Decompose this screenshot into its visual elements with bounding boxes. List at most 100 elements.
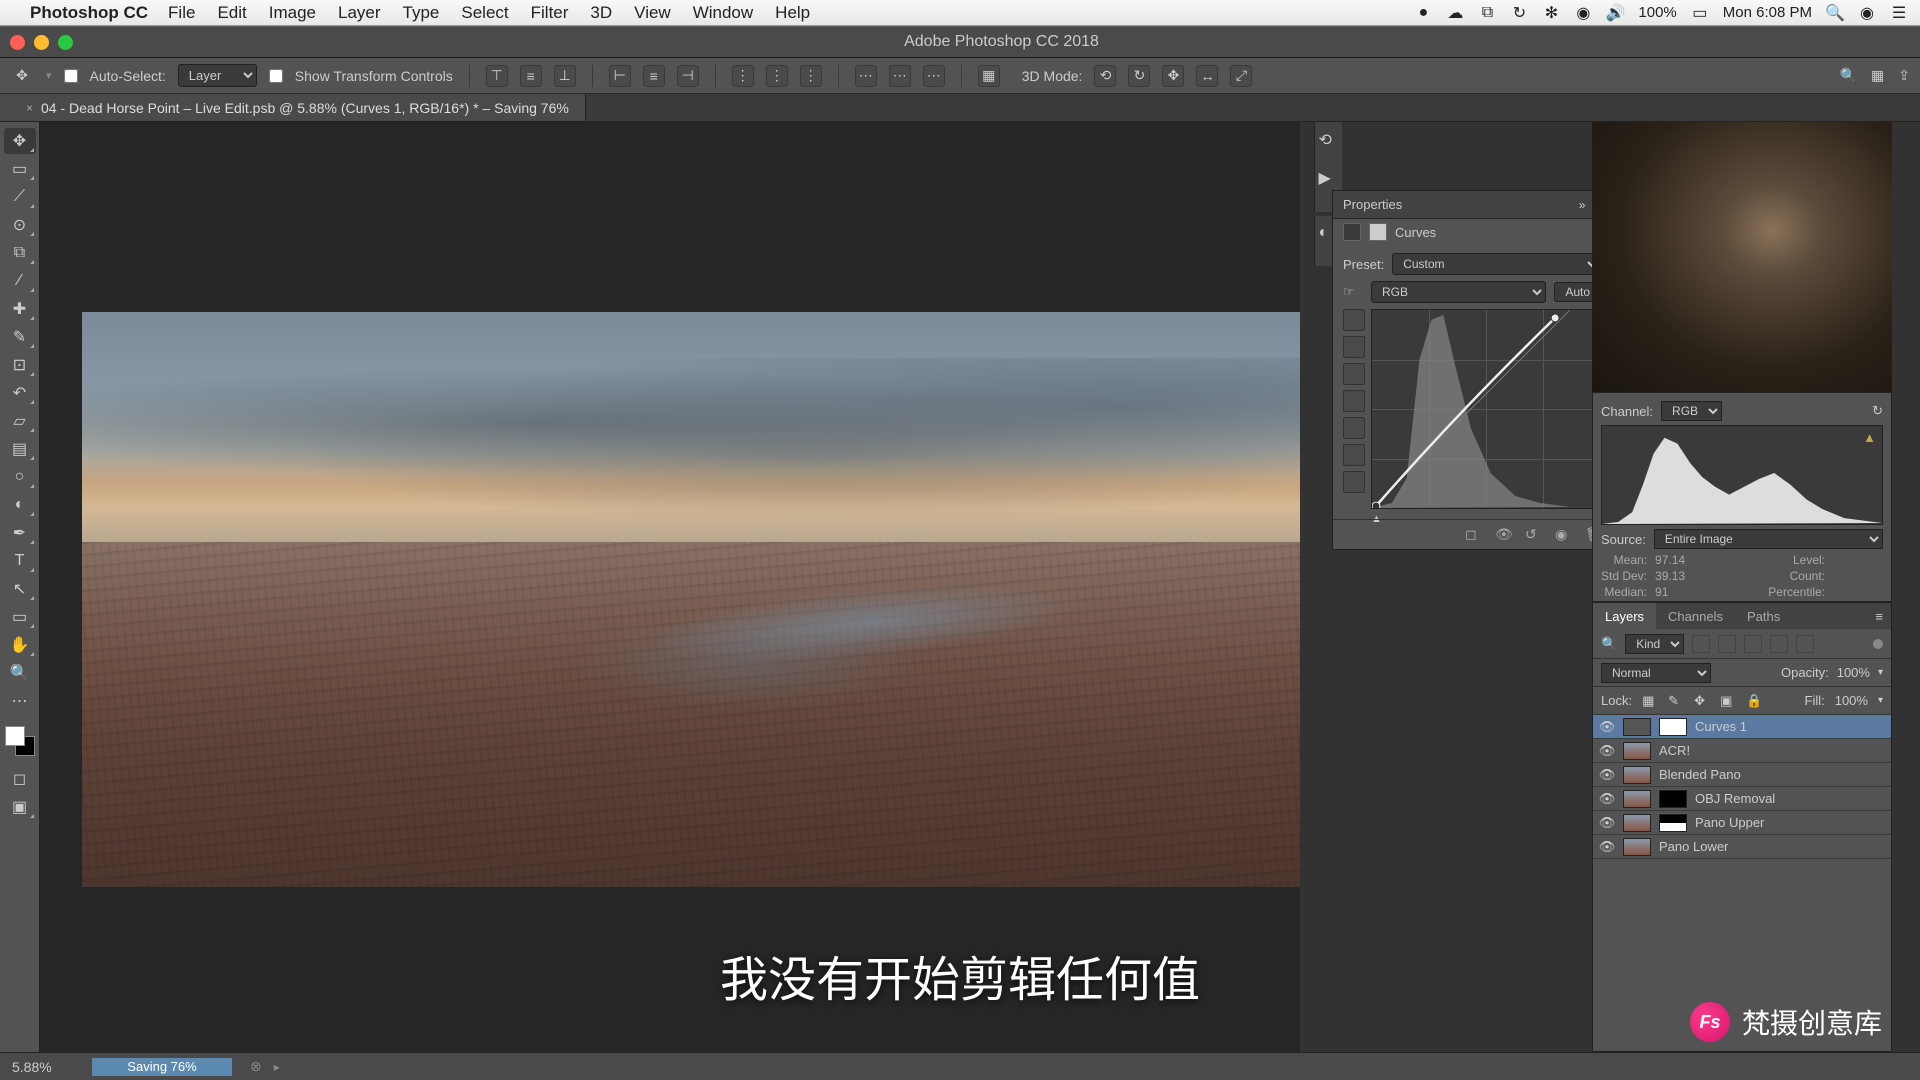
auto-select-checkbox[interactable] [64, 69, 78, 83]
distribute-4-icon[interactable]: ⋯ [855, 65, 877, 87]
layer-thumbnail[interactable] [1623, 718, 1651, 736]
sample-gray-icon[interactable] [1343, 336, 1365, 358]
search-icon[interactable]: 🔍 [1840, 67, 1857, 84]
window-close-button[interactable] [10, 35, 25, 50]
align-hcenter-icon[interactable]: ≡ [643, 65, 665, 87]
gradient-tool[interactable]: ▤ [4, 436, 36, 462]
shape-tool[interactable]: ▭ [4, 604, 36, 630]
visibility-icon[interactable]: 👁 [1599, 719, 1615, 735]
quick-select-tool[interactable]: ⊙ [4, 212, 36, 238]
preset-select[interactable]: Custom [1392, 253, 1601, 275]
canvas[interactable] [40, 122, 1300, 1052]
layer-item[interactable]: 👁 Blended Pano [1593, 763, 1891, 787]
filter-toggle-icon[interactable] [1873, 639, 1883, 649]
target-adjust-icon[interactable]: ☞ [1343, 284, 1363, 300]
record-icon[interactable]: ● [1414, 4, 1432, 22]
close-tab-icon[interactable]: × [26, 101, 33, 115]
dodge-tool[interactable]: ◐ [4, 492, 36, 518]
menu-view[interactable]: View [634, 3, 671, 23]
histogram-channel-select[interactable]: RGB [1661, 401, 1722, 421]
sample-black-icon[interactable] [1343, 309, 1365, 331]
curves-graph[interactable] [1371, 309, 1601, 509]
menu-select[interactable]: Select [461, 3, 508, 23]
layer-name[interactable]: Curves 1 [1695, 719, 1747, 734]
draw-curve-icon[interactable] [1343, 417, 1365, 439]
menu-file[interactable]: File [168, 3, 195, 23]
align-vcenter-icon[interactable]: ≡ [520, 65, 542, 87]
layer-thumbnail[interactable] [1623, 742, 1651, 760]
filter-adjust-icon[interactable] [1718, 635, 1736, 653]
blend-mode-select[interactable]: Normal [1601, 663, 1711, 683]
layer-mask-thumbnail[interactable] [1659, 814, 1687, 832]
filter-shape-icon[interactable] [1770, 635, 1788, 653]
history-panel-icon[interactable]: ⟲ [1319, 130, 1339, 150]
3d-slide-icon[interactable]: ↔ [1196, 65, 1218, 87]
visibility-icon[interactable]: 👁 [1599, 767, 1615, 783]
workspace-icon[interactable]: ▦ [1871, 67, 1884, 84]
lock-position-icon[interactable]: ✥ [1694, 693, 1710, 709]
warning-icon[interactable]: ▲ [1863, 430, 1876, 445]
share-icon[interactable]: ⇪ [1898, 67, 1910, 84]
edit-points-icon[interactable] [1343, 390, 1365, 412]
visibility-icon[interactable]: 👁 [1599, 839, 1615, 855]
clip-to-layer-icon[interactable]: ◻ [1465, 526, 1483, 544]
auto-select-target[interactable]: Layer [178, 64, 257, 87]
layer-name[interactable]: Pano Upper [1695, 815, 1764, 830]
zoom-tool[interactable]: 🔍 [4, 660, 36, 686]
toggle-visibility-icon[interactable]: ◉ [1555, 526, 1573, 544]
menu-filter[interactable]: Filter [531, 3, 569, 23]
align-bottom-icon[interactable]: ⊥ [554, 65, 576, 87]
window-maximize-button[interactable] [58, 35, 73, 50]
blur-tool[interactable]: ○ [4, 464, 36, 490]
layer-thumbnail[interactable] [1623, 790, 1651, 808]
menu-edit[interactable]: Edit [217, 3, 246, 23]
align-top-icon[interactable]: ⊤ [486, 65, 508, 87]
filter-search-icon[interactable]: 🔍 [1601, 636, 1617, 652]
visibility-icon[interactable]: 👁 [1599, 815, 1615, 831]
hand-tool[interactable]: ✋ [4, 632, 36, 658]
layer-name[interactable]: Blended Pano [1659, 767, 1741, 782]
align-left-icon[interactable]: ⊢ [609, 65, 631, 87]
layer-name[interactable]: Pano Lower [1659, 839, 1728, 854]
quick-mask-tool[interactable]: ◻ [4, 766, 36, 792]
menu-layer[interactable]: Layer [338, 3, 381, 23]
lock-image-icon[interactable]: ✎ [1668, 693, 1684, 709]
3d-zoom-icon[interactable]: ⤢ [1230, 65, 1252, 87]
window-minimize-button[interactable] [34, 35, 49, 50]
layer-item[interactable]: 👁 Pano Lower [1593, 835, 1891, 859]
volume-icon[interactable]: 🔊 [1606, 4, 1624, 22]
lock-artboard-icon[interactable]: ▣ [1720, 693, 1736, 709]
status-chevron-icon[interactable]: ▸ [274, 1060, 280, 1074]
lasso-tool[interactable]: ⟋ [4, 184, 36, 210]
menu-window[interactable]: Window [693, 3, 753, 23]
siri-icon[interactable]: ◉ [1858, 4, 1876, 22]
eraser-tool[interactable]: ▱ [4, 408, 36, 434]
crop-tool[interactable]: ⧉ [4, 240, 36, 266]
histogram-source-select[interactable]: Entire Image [1654, 529, 1883, 549]
opacity-value[interactable]: 100% [1837, 665, 1870, 680]
collapse-icon[interactable]: » [1579, 198, 1586, 212]
visibility-icon[interactable]: 👁 [1599, 743, 1615, 759]
layer-thumbnail[interactable] [1623, 766, 1651, 784]
layer-item[interactable]: 👁 Pano Upper [1593, 811, 1891, 835]
tab-layers[interactable]: Layers [1593, 603, 1656, 629]
dropbox-icon[interactable]: ⧉ [1478, 4, 1496, 22]
cc-icon[interactable]: ☁ [1446, 4, 1464, 22]
move-tool-icon[interactable]: ✥ [10, 64, 34, 88]
layer-item[interactable]: 👁 Curves 1 [1593, 715, 1891, 739]
path-select-tool[interactable]: ↖ [4, 576, 36, 602]
channel-select[interactable]: RGB [1371, 281, 1546, 303]
history-brush-tool[interactable]: ↶ [4, 380, 36, 406]
visibility-icon[interactable]: 👁 [1599, 791, 1615, 807]
menu-help[interactable]: Help [775, 3, 810, 23]
pen-tool[interactable]: ✒ [4, 520, 36, 546]
layer-mask-thumbnail[interactable] [1659, 718, 1687, 736]
distribute-3-icon[interactable]: ⋮ [800, 65, 822, 87]
show-transform-checkbox[interactable] [269, 69, 283, 83]
wifi-icon[interactable]: ◉ [1574, 4, 1592, 22]
opacity-chevron-icon[interactable]: ▾ [1878, 667, 1883, 678]
stamp-tool[interactable]: ⊡ [4, 352, 36, 378]
fill-value[interactable]: 100% [1835, 693, 1868, 708]
filter-type-icon[interactable] [1744, 635, 1762, 653]
color-swatch[interactable] [5, 726, 35, 756]
